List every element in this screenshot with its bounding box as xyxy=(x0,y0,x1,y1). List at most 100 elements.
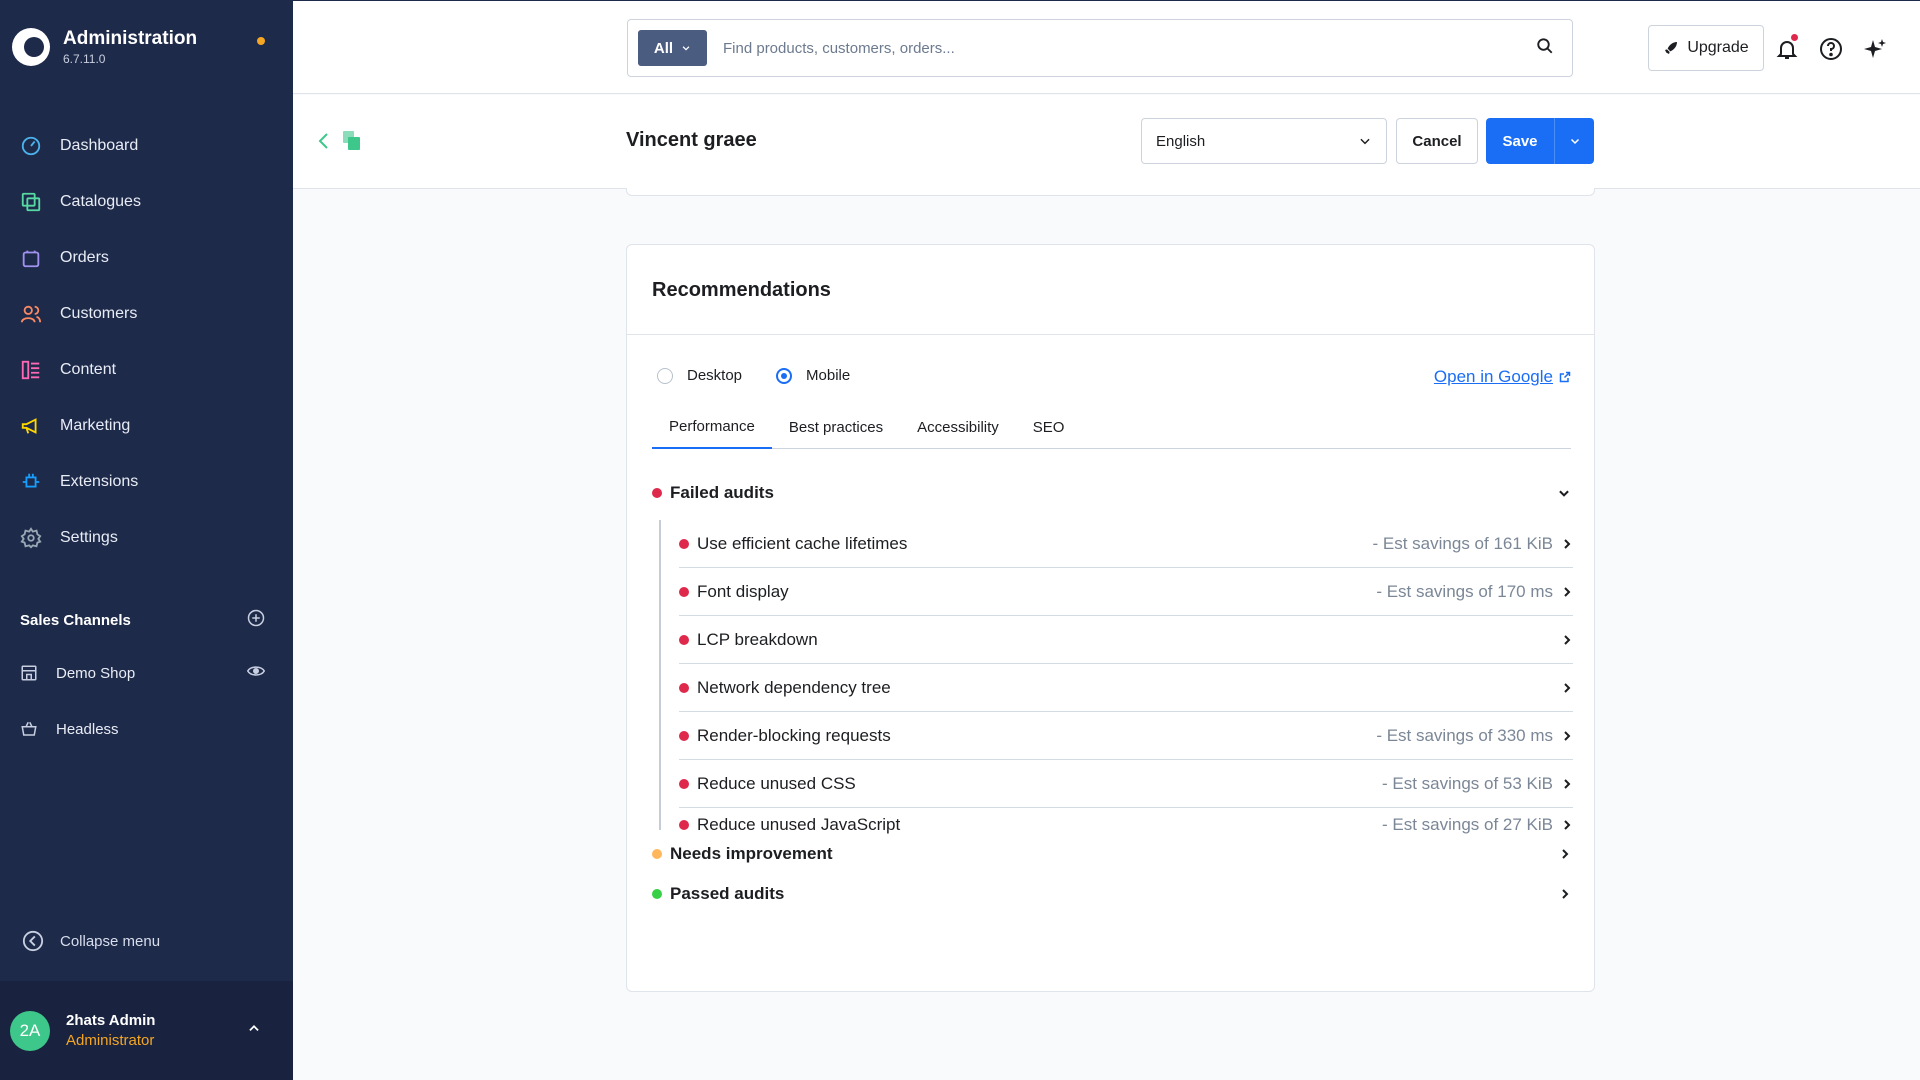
chevron-down-icon xyxy=(682,46,690,51)
nav-item-label: Extensions xyxy=(60,473,139,490)
save-button[interactable]: Save xyxy=(1486,118,1555,164)
sales-channels-title: Sales Channels xyxy=(20,611,131,629)
save-options-button[interactable] xyxy=(1555,118,1594,164)
passed-audits-title: Passed audits xyxy=(670,884,785,903)
eye-icon[interactable] xyxy=(246,662,266,684)
nav-item-marketing[interactable]: Marketing xyxy=(0,398,293,454)
nav-item-content[interactable]: Content xyxy=(0,342,293,398)
collapse-label: Collapse menu xyxy=(60,932,161,950)
radio-desktop[interactable] xyxy=(657,367,673,384)
failed-audits-title: Failed audits xyxy=(670,483,774,502)
chevron-down-icon xyxy=(1559,490,1569,497)
chevron-right-icon xyxy=(1564,586,1571,597)
notifications-bell-icon[interactable] xyxy=(1775,34,1799,61)
search-type-dropdown[interactable]: All xyxy=(638,30,707,66)
page-header: Vincent graee English Cancel Save xyxy=(293,95,1920,189)
add-sales-channel-icon[interactable] xyxy=(247,609,265,631)
user-role: Administrator xyxy=(66,1032,155,1049)
brand-title: Administration xyxy=(63,28,198,49)
nav-item-catalogues[interactable]: Catalogues xyxy=(0,174,293,230)
tab-performance[interactable]: Performance xyxy=(652,405,772,449)
nav-item-label: Content xyxy=(60,361,117,378)
audit-savings: - Est savings of 27 KiB xyxy=(1381,815,1553,834)
fail-status-dot xyxy=(679,586,689,597)
collapse-menu-button[interactable]: Collapse menu xyxy=(22,930,160,952)
marketing-icon xyxy=(20,415,42,437)
audit-item[interactable]: Network dependency tree xyxy=(679,664,1573,712)
chevron-right-icon xyxy=(1564,778,1571,789)
nav-item-orders[interactable]: Orders xyxy=(0,230,293,286)
sidebar: Administration 6.7.11.0 Dashboard Catalo… xyxy=(0,0,293,1080)
fail-status-dot xyxy=(679,820,689,830)
tab-best-practices[interactable]: Best practices xyxy=(772,405,900,449)
language-select[interactable]: English xyxy=(1141,118,1387,164)
search-icon[interactable] xyxy=(1536,37,1554,60)
audit-tabs: Performance Best practices Accessibility… xyxy=(652,405,1571,449)
radio-mobile[interactable] xyxy=(776,367,793,384)
divider xyxy=(627,334,1594,335)
nav-item-settings[interactable]: Settings xyxy=(0,510,293,566)
update-indicator xyxy=(257,37,265,45)
user-menu[interactable]: 2A 2hats Admin Administrator xyxy=(0,981,293,1080)
tab-seo[interactable]: SEO xyxy=(1016,405,1082,449)
audit-label: Reduce unused CSS xyxy=(697,773,856,793)
search-input[interactable] xyxy=(723,39,1536,57)
rocket-icon xyxy=(1665,42,1678,54)
passed-audits-header[interactable]: Passed audits xyxy=(652,883,1571,905)
ai-sparkle-icon[interactable] xyxy=(1863,37,1887,61)
sales-channel-headless[interactable]: Headless xyxy=(20,714,265,744)
search-type-label: All xyxy=(653,39,674,57)
brand-version: 6.7.11.0 xyxy=(63,52,106,66)
audit-item[interactable]: Render-blocking requests - Est savings o… xyxy=(679,712,1573,760)
chevron-up-icon[interactable] xyxy=(247,1021,261,1040)
sales-channels-header: Sales Channels xyxy=(20,609,265,631)
radio-desktop-label[interactable]: Desktop xyxy=(687,367,742,384)
chevron-right-icon xyxy=(1564,682,1571,693)
audit-item[interactable]: Reduce unused JavaScript - Est savings o… xyxy=(679,808,1573,842)
radio-mobile-label[interactable]: Mobile xyxy=(806,367,850,384)
basket-icon xyxy=(20,720,38,738)
upgrade-label: Upgrade xyxy=(1687,39,1749,56)
failed-audits-list: Use efficient cache lifetimes - Est savi… xyxy=(659,520,1573,834)
customers-icon xyxy=(20,303,42,325)
orders-icon xyxy=(20,247,42,269)
back-arrow-icon[interactable] xyxy=(317,131,331,156)
needs-improvement-title: Needs improvement xyxy=(670,844,833,863)
sales-channel-demo-shop[interactable]: Demo Shop xyxy=(20,658,266,688)
audit-label: Network dependency tree xyxy=(697,677,891,697)
chevron-right-icon xyxy=(1562,849,1569,859)
audit-savings: - Est savings of 161 KiB xyxy=(1372,533,1553,553)
nav-item-customers[interactable]: Customers xyxy=(0,286,293,342)
nav-item-extensions[interactable]: Extensions xyxy=(0,454,293,510)
global-search: All xyxy=(627,19,1573,77)
chevron-down-icon xyxy=(1570,138,1579,145)
audit-item[interactable]: Font display - Est savings of 170 ms xyxy=(679,568,1573,616)
audit-item[interactable]: Use efficient cache lifetimes - Est savi… xyxy=(679,520,1573,568)
top-bar: All Upgrade xyxy=(293,0,1920,94)
audit-label: Use efficient cache lifetimes xyxy=(697,533,908,553)
duplicate-icon[interactable] xyxy=(343,131,361,156)
fail-status-dot xyxy=(679,538,689,549)
open-in-google-label: Open in Google xyxy=(1433,367,1553,386)
upgrade-button[interactable]: Upgrade xyxy=(1648,25,1764,71)
help-icon[interactable] xyxy=(1819,37,1843,61)
external-link-icon xyxy=(1559,371,1571,383)
needs-improvement-header[interactable]: Needs improvement xyxy=(652,843,1571,865)
nav-item-label: Orders xyxy=(60,249,109,266)
open-in-google-link[interactable]: Open in Google xyxy=(1434,367,1571,387)
failed-audits-header[interactable]: Failed audits xyxy=(652,482,1571,504)
nav-item-dashboard[interactable]: Dashboard xyxy=(0,118,293,174)
chevron-right-icon xyxy=(1564,820,1571,830)
audit-savings: - Est savings of 53 KiB xyxy=(1381,773,1553,793)
main-navigation: Dashboard Catalogues Orders Customers Co… xyxy=(0,118,293,566)
audit-item[interactable]: LCP breakdown xyxy=(679,616,1573,664)
language-value: English xyxy=(1156,132,1206,150)
audit-item[interactable]: Reduce unused CSS - Est savings of 53 Ki… xyxy=(679,760,1573,808)
chevron-right-icon xyxy=(1562,889,1569,899)
fail-status-dot xyxy=(679,730,689,741)
tab-accessibility[interactable]: Accessibility xyxy=(900,405,1016,449)
fail-status-dot xyxy=(679,682,689,693)
cancel-button[interactable]: Cancel xyxy=(1396,118,1478,164)
brand[interactable]: Administration 6.7.11.0 xyxy=(12,28,197,66)
chevron-right-icon xyxy=(1564,634,1571,645)
